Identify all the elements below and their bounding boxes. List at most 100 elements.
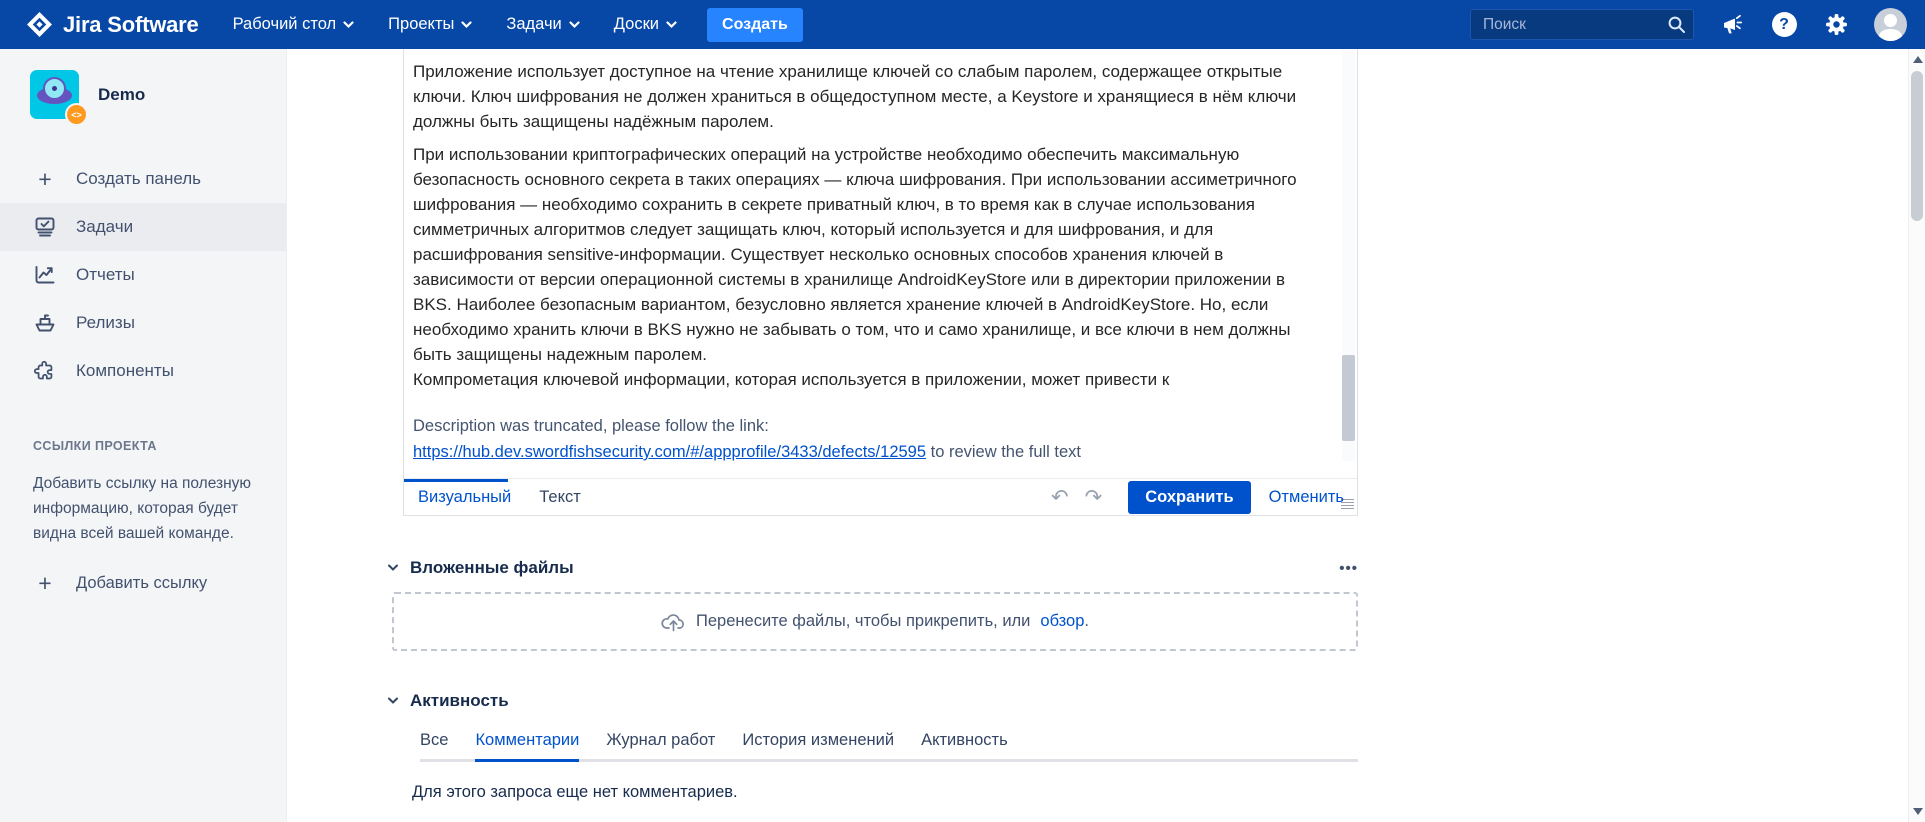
reports-icon	[33, 264, 57, 286]
tab-worklog[interactable]: Журнал работ	[606, 731, 715, 759]
nav-dashboard[interactable]: Рабочий стол	[233, 15, 355, 34]
truncation-link[interactable]: https://hub.dev.swordfishsecurity.com/#/…	[413, 443, 926, 461]
chevron-down-icon	[569, 21, 580, 29]
releases-icon	[33, 313, 57, 333]
sidebar-item-create-board[interactable]: + Создать панель	[0, 155, 286, 203]
sidebar-item-issues[interactable]: Задачи	[0, 203, 286, 251]
tab-history[interactable]: История изменений	[742, 731, 894, 759]
help-button[interactable]: ?	[1770, 11, 1798, 39]
project-links-description: Добавить ссылку на полезную информацию, …	[33, 471, 276, 546]
chevron-down-icon	[461, 21, 472, 29]
redo-icon[interactable]: ↷	[1085, 487, 1103, 508]
brand-title: Jira Software	[63, 12, 199, 38]
search-box	[1470, 9, 1694, 40]
add-link-button[interactable]: + Добавить ссылку	[33, 572, 286, 595]
description-paragraph: При использовании криптографических опер…	[413, 142, 1323, 367]
cloud-upload-icon	[661, 611, 686, 632]
save-button[interactable]: Сохранить	[1128, 481, 1250, 514]
chevron-down-icon	[387, 697, 399, 705]
attachments-section-header: Вложенные файлы •••	[385, 558, 1358, 578]
project-name: Demo	[98, 85, 145, 105]
sidebar-item-reports[interactable]: Отчеты	[0, 251, 286, 299]
sidebar-item-components[interactable]: Компоненты	[0, 347, 286, 395]
user-avatar[interactable]	[1874, 8, 1907, 41]
project-avatar: <>	[30, 70, 79, 119]
software-project-badge: <>	[65, 103, 88, 126]
create-button[interactable]: Создать	[707, 8, 803, 42]
truncation-link-line: https://hub.dev.swordfishsecurity.com/#/…	[413, 439, 1323, 465]
description-editor: Приложение использует доступное на чтени…	[403, 49, 1358, 516]
help-glyph: ?	[1779, 16, 1789, 34]
activity-title: Активность	[410, 691, 509, 711]
attachments-dropzone[interactable]: Перенесите файлы, чтобы прикрепить, или …	[392, 592, 1358, 651]
dropzone-suffix: .	[1084, 612, 1089, 630]
page-scrollbar[interactable]	[1908, 49, 1925, 822]
project-header[interactable]: <> Demo	[0, 70, 286, 119]
top-navbar: Jira Software Рабочий стол Проекты Задач…	[0, 0, 1925, 49]
nav-projects-label: Проекты	[388, 15, 454, 34]
cancel-button[interactable]: Отменить	[1269, 488, 1344, 507]
sidebar-item-label: Создать панель	[76, 169, 201, 189]
truncation-note-text: Description was truncated, please follow…	[413, 413, 1323, 439]
navbar-right: ?	[1470, 8, 1907, 41]
project-sidebar: <> Demo + Создать панель Задачи	[0, 49, 287, 822]
jira-diamond-icon	[26, 11, 53, 38]
nav-issues[interactable]: Задачи	[506, 15, 579, 34]
truncation-note: Description was truncated, please follow…	[413, 413, 1323, 465]
tab-visual[interactable]: Визуальный	[404, 488, 525, 507]
attachments-title: Вложенные файлы	[410, 558, 574, 578]
description-paragraph: Компрометация ключевой информации, котор…	[413, 367, 1323, 392]
sidebar-item-releases[interactable]: Релизы	[0, 299, 286, 347]
nav-boards-label: Доски	[614, 15, 659, 34]
jira-logo[interactable]: Jira Software	[26, 11, 199, 38]
sidebar-item-label: Отчеты	[76, 265, 135, 285]
chevron-down-icon	[666, 21, 677, 29]
jira-app: Jira Software Рабочий стол Проекты Задач…	[0, 0, 1925, 822]
browse-link[interactable]: обзор	[1040, 612, 1084, 630]
tab-activity[interactable]: Активность	[921, 731, 1008, 759]
search-icon[interactable]	[1667, 15, 1686, 34]
page-scrollbar-thumb[interactable]	[1911, 71, 1923, 221]
editor-scrollbar[interactable]	[1342, 49, 1355, 461]
issues-icon	[33, 216, 57, 238]
editor-footer: Визуальный Текст ↶ ↷ Сохранить Отменить	[404, 478, 1357, 515]
dropzone-browse-wrap: обзор.	[1040, 612, 1089, 631]
nav-issues-label: Задачи	[506, 15, 561, 34]
nav-dashboard-label: Рабочий стол	[233, 15, 337, 34]
issue-main: Приложение использует доступное на чтени…	[287, 49, 1925, 822]
undo-icon[interactable]: ↶	[1051, 487, 1069, 508]
sidebar-item-label: Релизы	[76, 313, 135, 333]
editor-scrollbar-thumb[interactable]	[1342, 355, 1355, 441]
editor-textarea[interactable]: Приложение использует доступное на чтени…	[404, 49, 1357, 478]
active-tab-indicator	[404, 479, 508, 482]
search-input[interactable]	[1470, 9, 1694, 40]
attachments-more-button[interactable]: •••	[1339, 560, 1358, 577]
project-avatar-eye	[43, 77, 66, 100]
tab-comments[interactable]: Комментарии	[475, 731, 579, 762]
scroll-down-arrow[interactable]	[1913, 808, 1923, 815]
activity-tabs: Все Комментарии Журнал работ История изм…	[420, 731, 1358, 762]
plus-icon: +	[33, 572, 57, 595]
activity-section-header: Активность	[385, 691, 1925, 711]
announcements-button[interactable]	[1718, 11, 1746, 39]
tab-text[interactable]: Текст	[525, 488, 595, 507]
project-links-header: ССЫЛКИ ПРОЕКТА	[33, 439, 286, 453]
description-paragraph: Приложение использует доступное на чтени…	[413, 59, 1323, 134]
tab-all[interactable]: Все	[420, 731, 448, 759]
scroll-up-arrow[interactable]	[1913, 56, 1923, 63]
main-nav: Рабочий стол Проекты Задачи Доски	[233, 15, 677, 34]
nav-boards[interactable]: Доски	[614, 15, 677, 34]
sidebar-item-label: Задачи	[76, 217, 133, 237]
nav-projects[interactable]: Проекты	[388, 15, 472, 34]
help-icon: ?	[1772, 12, 1797, 37]
collapse-attachments-button[interactable]	[385, 560, 401, 576]
settings-button[interactable]	[1822, 11, 1850, 39]
gear-icon	[1825, 13, 1848, 36]
page-body: <> Demo + Создать панель Задачи	[0, 49, 1925, 822]
chevron-down-icon	[343, 21, 354, 29]
collapse-activity-button[interactable]	[385, 693, 401, 709]
dropzone-text: Перенесите файлы, чтобы прикрепить, или	[696, 612, 1030, 631]
no-comments-message: Для этого запроса еще нет комментариев.	[412, 783, 1925, 802]
add-link-label: Добавить ссылку	[76, 574, 207, 593]
undo-redo-group: ↶ ↷	[1051, 487, 1102, 508]
